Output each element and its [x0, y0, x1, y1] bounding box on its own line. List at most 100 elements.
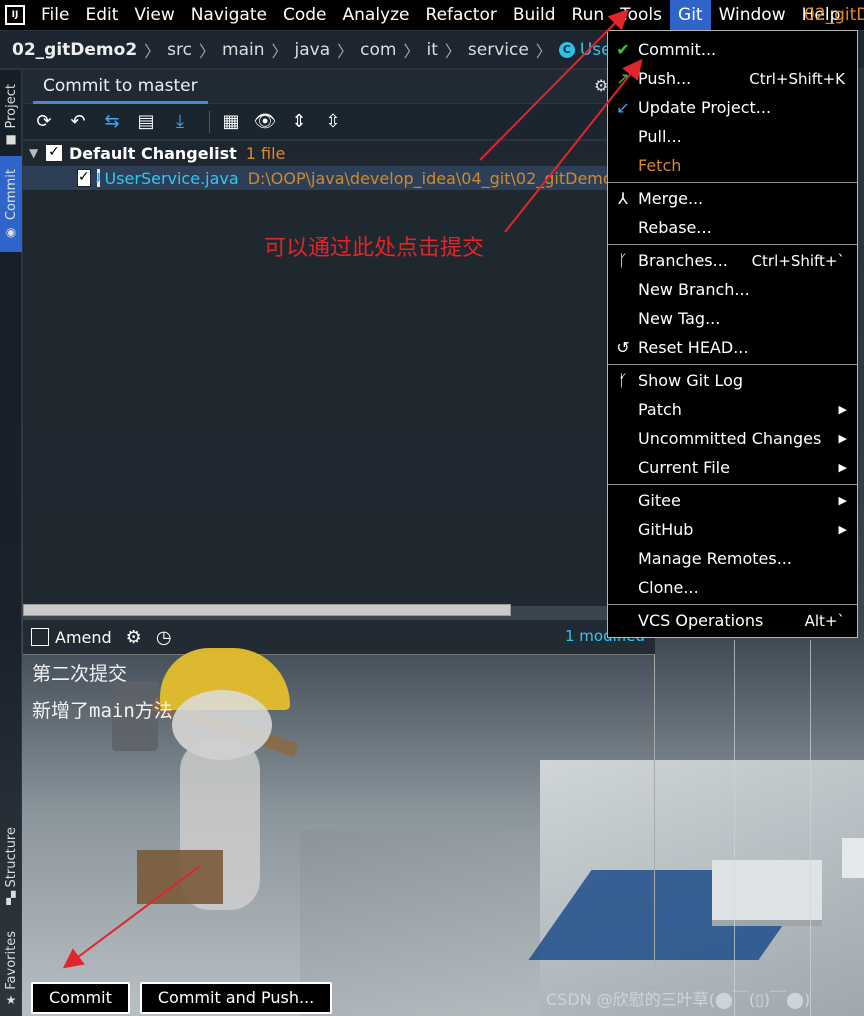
gear-icon[interactable]: ⚙ [126, 627, 142, 648]
commit-message-line: 新增了main方法 [32, 700, 173, 722]
commit-and-push-button[interactable]: Commit and Push... [139, 982, 333, 1014]
breadcrumb-main[interactable]: main [222, 40, 264, 60]
group-by-icon[interactable]: ▦ [218, 109, 244, 135]
menu-separator [608, 484, 857, 485]
git-menu-show-log[interactable]: ᚶ Show Git Log [608, 366, 857, 395]
tab-project-label: Project [3, 83, 19, 129]
git-menu-commit[interactable]: ✔ Commit... [608, 35, 857, 64]
commit-message-line: 第二次提交 [32, 663, 128, 685]
collapse-all-icon[interactable]: ⇳ [320, 109, 346, 135]
menu-view[interactable]: View [126, 0, 182, 30]
submenu-arrow-icon: ▶ [838, 461, 847, 474]
git-menu-clone[interactable]: Clone... [608, 573, 857, 602]
tab-commit-to-master[interactable]: Commit to master [33, 70, 208, 104]
git-menu-merge[interactable]: ⅄ Merge... [608, 184, 857, 213]
git-menu-fetch: Fetch [608, 151, 857, 180]
update-icon[interactable]: ⤓ [167, 109, 193, 135]
git-menu-reset-head[interactable]: ↺ Reset HEAD... [608, 333, 857, 362]
menu-label: Current File [638, 458, 730, 477]
menu-label: Fetch [638, 156, 682, 175]
breadcrumb-com[interactable]: com [360, 40, 396, 60]
changelist-row[interactable]: ▼ ✓ Default Changelist 1 file [23, 141, 609, 165]
background-block [712, 860, 822, 920]
menu-refactor[interactable]: Refactor [418, 0, 505, 30]
tab-structure[interactable]: Structure ▞ [0, 822, 22, 910]
git-menu-branches[interactable]: ᚴ Branches... Ctrl+Shift+` [608, 246, 857, 275]
menu-label: New Tag... [638, 309, 721, 328]
menu-analyze[interactable]: Analyze [335, 0, 418, 30]
breadcrumb-project[interactable]: 02_gitDemo2 [12, 40, 137, 60]
changelist-name: Default Changelist [69, 143, 237, 163]
git-menu-gitee[interactable]: Gitee ▶ [608, 486, 857, 515]
changelist-checkbox[interactable]: ✓ [45, 144, 63, 162]
class-icon: C [558, 41, 575, 58]
edit-source-icon[interactable]: ▤ [133, 109, 159, 135]
menu-label: Pull... [638, 127, 682, 146]
clock-icon[interactable]: ◷ [156, 627, 172, 648]
folder-icon: ■ [5, 132, 17, 147]
menu-label: New Branch... [638, 280, 750, 299]
file-checkbox[interactable]: ✓ [77, 169, 91, 187]
background-gridline [734, 640, 735, 1016]
tab-commit[interactable]: Commit ◉ [0, 156, 22, 252]
chevron-down-icon[interactable]: ▼ [29, 146, 45, 160]
menu-label: Show Git Log [638, 371, 744, 390]
git-menu-pull[interactable]: Pull... [608, 122, 857, 151]
eye-icon[interactable]: 👁 [252, 109, 278, 135]
amend-checkbox[interactable] [31, 628, 49, 646]
menu-separator [608, 182, 857, 183]
left-tool-strip: Project ■ Commit ◉ Structure ▞ Favorites… [0, 70, 22, 1016]
menu-edit[interactable]: Edit [77, 0, 126, 30]
git-menu-new-branch[interactable]: New Branch... [608, 275, 857, 304]
watermark: CSDN @欣慰的三叶草(⬤￣(▯)￣⬤) [546, 990, 811, 1009]
menu-run[interactable]: Run [564, 0, 613, 30]
git-menu-github[interactable]: GitHub ▶ [608, 515, 857, 544]
menu-label: Merge... [638, 189, 704, 208]
menu-shortcut: Ctrl+Shift+` [751, 251, 845, 270]
git-menu-patch[interactable]: Patch ▶ [608, 395, 857, 424]
push-arrow-icon: ↗ [616, 69, 630, 88]
checkmark-icon: ✔ [616, 40, 630, 59]
branch-icon: ᚴ [618, 251, 628, 270]
expand-all-icon[interactable]: ⇕ [286, 109, 312, 135]
git-menu-update-project[interactable]: ↙ Update Project... [608, 93, 857, 122]
breadcrumb-it[interactable]: it [426, 40, 437, 60]
breadcrumb-service[interactable]: service [468, 40, 529, 60]
git-menu-new-tag[interactable]: New Tag... [608, 304, 857, 333]
diff-icon[interactable]: ⇆ [99, 109, 125, 135]
commit-icon: ◉ [5, 224, 17, 239]
git-menu-push[interactable]: ↗ Push... Ctrl+Shift+K [608, 64, 857, 93]
horizontal-scrollbar[interactable] [23, 604, 511, 616]
git-menu-uncommitted-changes[interactable]: Uncommitted Changes ▶ [608, 424, 857, 453]
git-menu-current-file[interactable]: Current File ▶ [608, 453, 857, 482]
menu-separator [608, 604, 857, 605]
menu-navigate[interactable]: Navigate [183, 0, 275, 30]
tab-project[interactable]: Project ■ [0, 76, 22, 154]
rollback-icon[interactable]: ↶ [65, 109, 91, 135]
menu-shortcut: Alt+` [804, 611, 845, 630]
tab-favorites[interactable]: Favorites ★ [0, 926, 22, 1012]
menu-label: Branches... [638, 251, 728, 270]
commit-toolbar: ⟳ ↶ ⇆ ▤ ⤓ ▦ 👁 ⇕ ⇳ [23, 104, 609, 140]
menu-label: Push... [638, 69, 692, 88]
menu-file[interactable]: File [33, 0, 77, 30]
breadcrumb-src[interactable]: src [167, 40, 192, 60]
menu-label: Patch [638, 400, 682, 419]
file-row[interactable]: ✓ J UserService.java D:\OOP\java\develop… [23, 166, 623, 190]
menu-git[interactable]: Git [670, 0, 711, 30]
menu-tools[interactable]: Tools [612, 0, 670, 30]
git-menu-rebase[interactable]: Rebase... [608, 213, 857, 242]
breadcrumb-java[interactable]: java [295, 40, 331, 60]
refresh-icon[interactable]: ⟳ [31, 109, 57, 135]
commit-button[interactable]: Commit [31, 982, 130, 1014]
menu-separator [608, 364, 857, 365]
git-menu-vcs-operations[interactable]: VCS Operations Alt+` [608, 606, 857, 635]
menu-label: Clone... [638, 578, 699, 597]
menu-build[interactable]: Build [505, 0, 564, 30]
annotation-text: 可以通过此处点击提交 [264, 236, 485, 261]
background-figure [137, 850, 223, 904]
menu-label: Commit... [638, 40, 717, 59]
menu-code[interactable]: Code [275, 0, 335, 30]
menu-window[interactable]: Window [711, 0, 794, 30]
git-menu-manage-remotes[interactable]: Manage Remotes... [608, 544, 857, 573]
